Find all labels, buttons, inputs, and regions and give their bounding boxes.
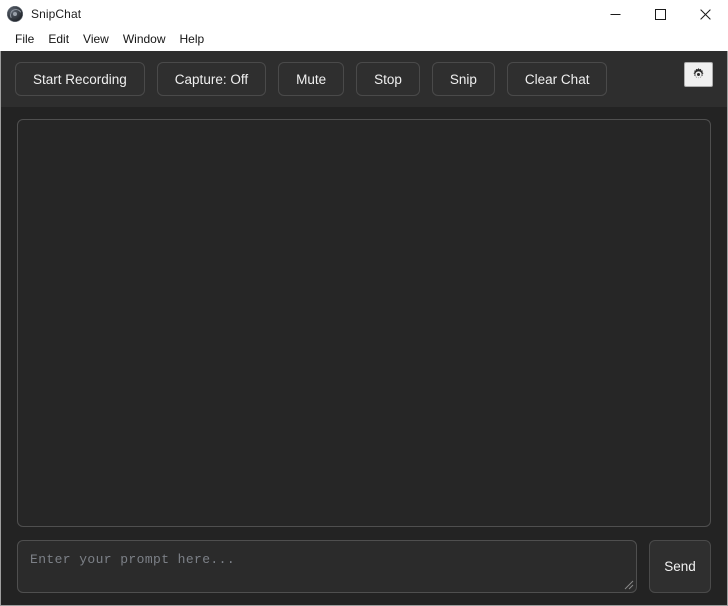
toolbar: Start Recording Capture: Off Mute Stop S… bbox=[1, 51, 727, 107]
prompt-input-row: Enter your prompt here... Send bbox=[1, 527, 727, 605]
close-button[interactable] bbox=[683, 0, 728, 28]
start-recording-button[interactable]: Start Recording bbox=[15, 62, 145, 96]
window-controls bbox=[593, 0, 728, 28]
snip-button[interactable]: Snip bbox=[431, 62, 495, 96]
chat-display[interactable] bbox=[17, 119, 711, 527]
menu-item-window[interactable]: Window bbox=[116, 30, 173, 49]
minimize-button[interactable] bbox=[593, 0, 638, 28]
app-body: Start Recording Capture: Off Mute Stop S… bbox=[0, 51, 728, 606]
title-bar: SnipChat bbox=[0, 0, 728, 28]
maximize-icon bbox=[655, 8, 666, 20]
app-globe-icon bbox=[7, 6, 23, 22]
app-window: SnipChat File Edit View Window Help Star… bbox=[0, 0, 728, 606]
gear-icon bbox=[693, 68, 704, 79]
minimize-icon bbox=[610, 13, 621, 15]
mute-button[interactable]: Mute bbox=[278, 62, 345, 96]
chat-display-wrapper bbox=[1, 107, 727, 527]
title-bar-left: SnipChat bbox=[0, 6, 81, 22]
prompt-input[interactable]: Enter your prompt here... bbox=[17, 539, 637, 593]
prompt-placeholder: Enter your prompt here... bbox=[30, 551, 236, 567]
menu-item-view[interactable]: View bbox=[76, 30, 116, 49]
send-button[interactable]: Send bbox=[649, 539, 711, 593]
maximize-button[interactable] bbox=[638, 0, 683, 28]
resize-grip-icon[interactable] bbox=[621, 577, 634, 590]
clear-chat-button[interactable]: Clear Chat bbox=[506, 62, 608, 96]
stop-button[interactable]: Stop bbox=[356, 62, 420, 96]
menu-bar: File Edit View Window Help bbox=[0, 28, 728, 51]
settings-button[interactable] bbox=[684, 62, 713, 87]
close-icon bbox=[700, 8, 711, 20]
menu-item-help[interactable]: Help bbox=[173, 30, 212, 49]
menu-item-edit[interactable]: Edit bbox=[41, 30, 76, 49]
window-title: SnipChat bbox=[31, 7, 82, 21]
capture-toggle-button[interactable]: Capture: Off bbox=[156, 62, 267, 96]
menu-item-file[interactable]: File bbox=[8, 30, 41, 49]
